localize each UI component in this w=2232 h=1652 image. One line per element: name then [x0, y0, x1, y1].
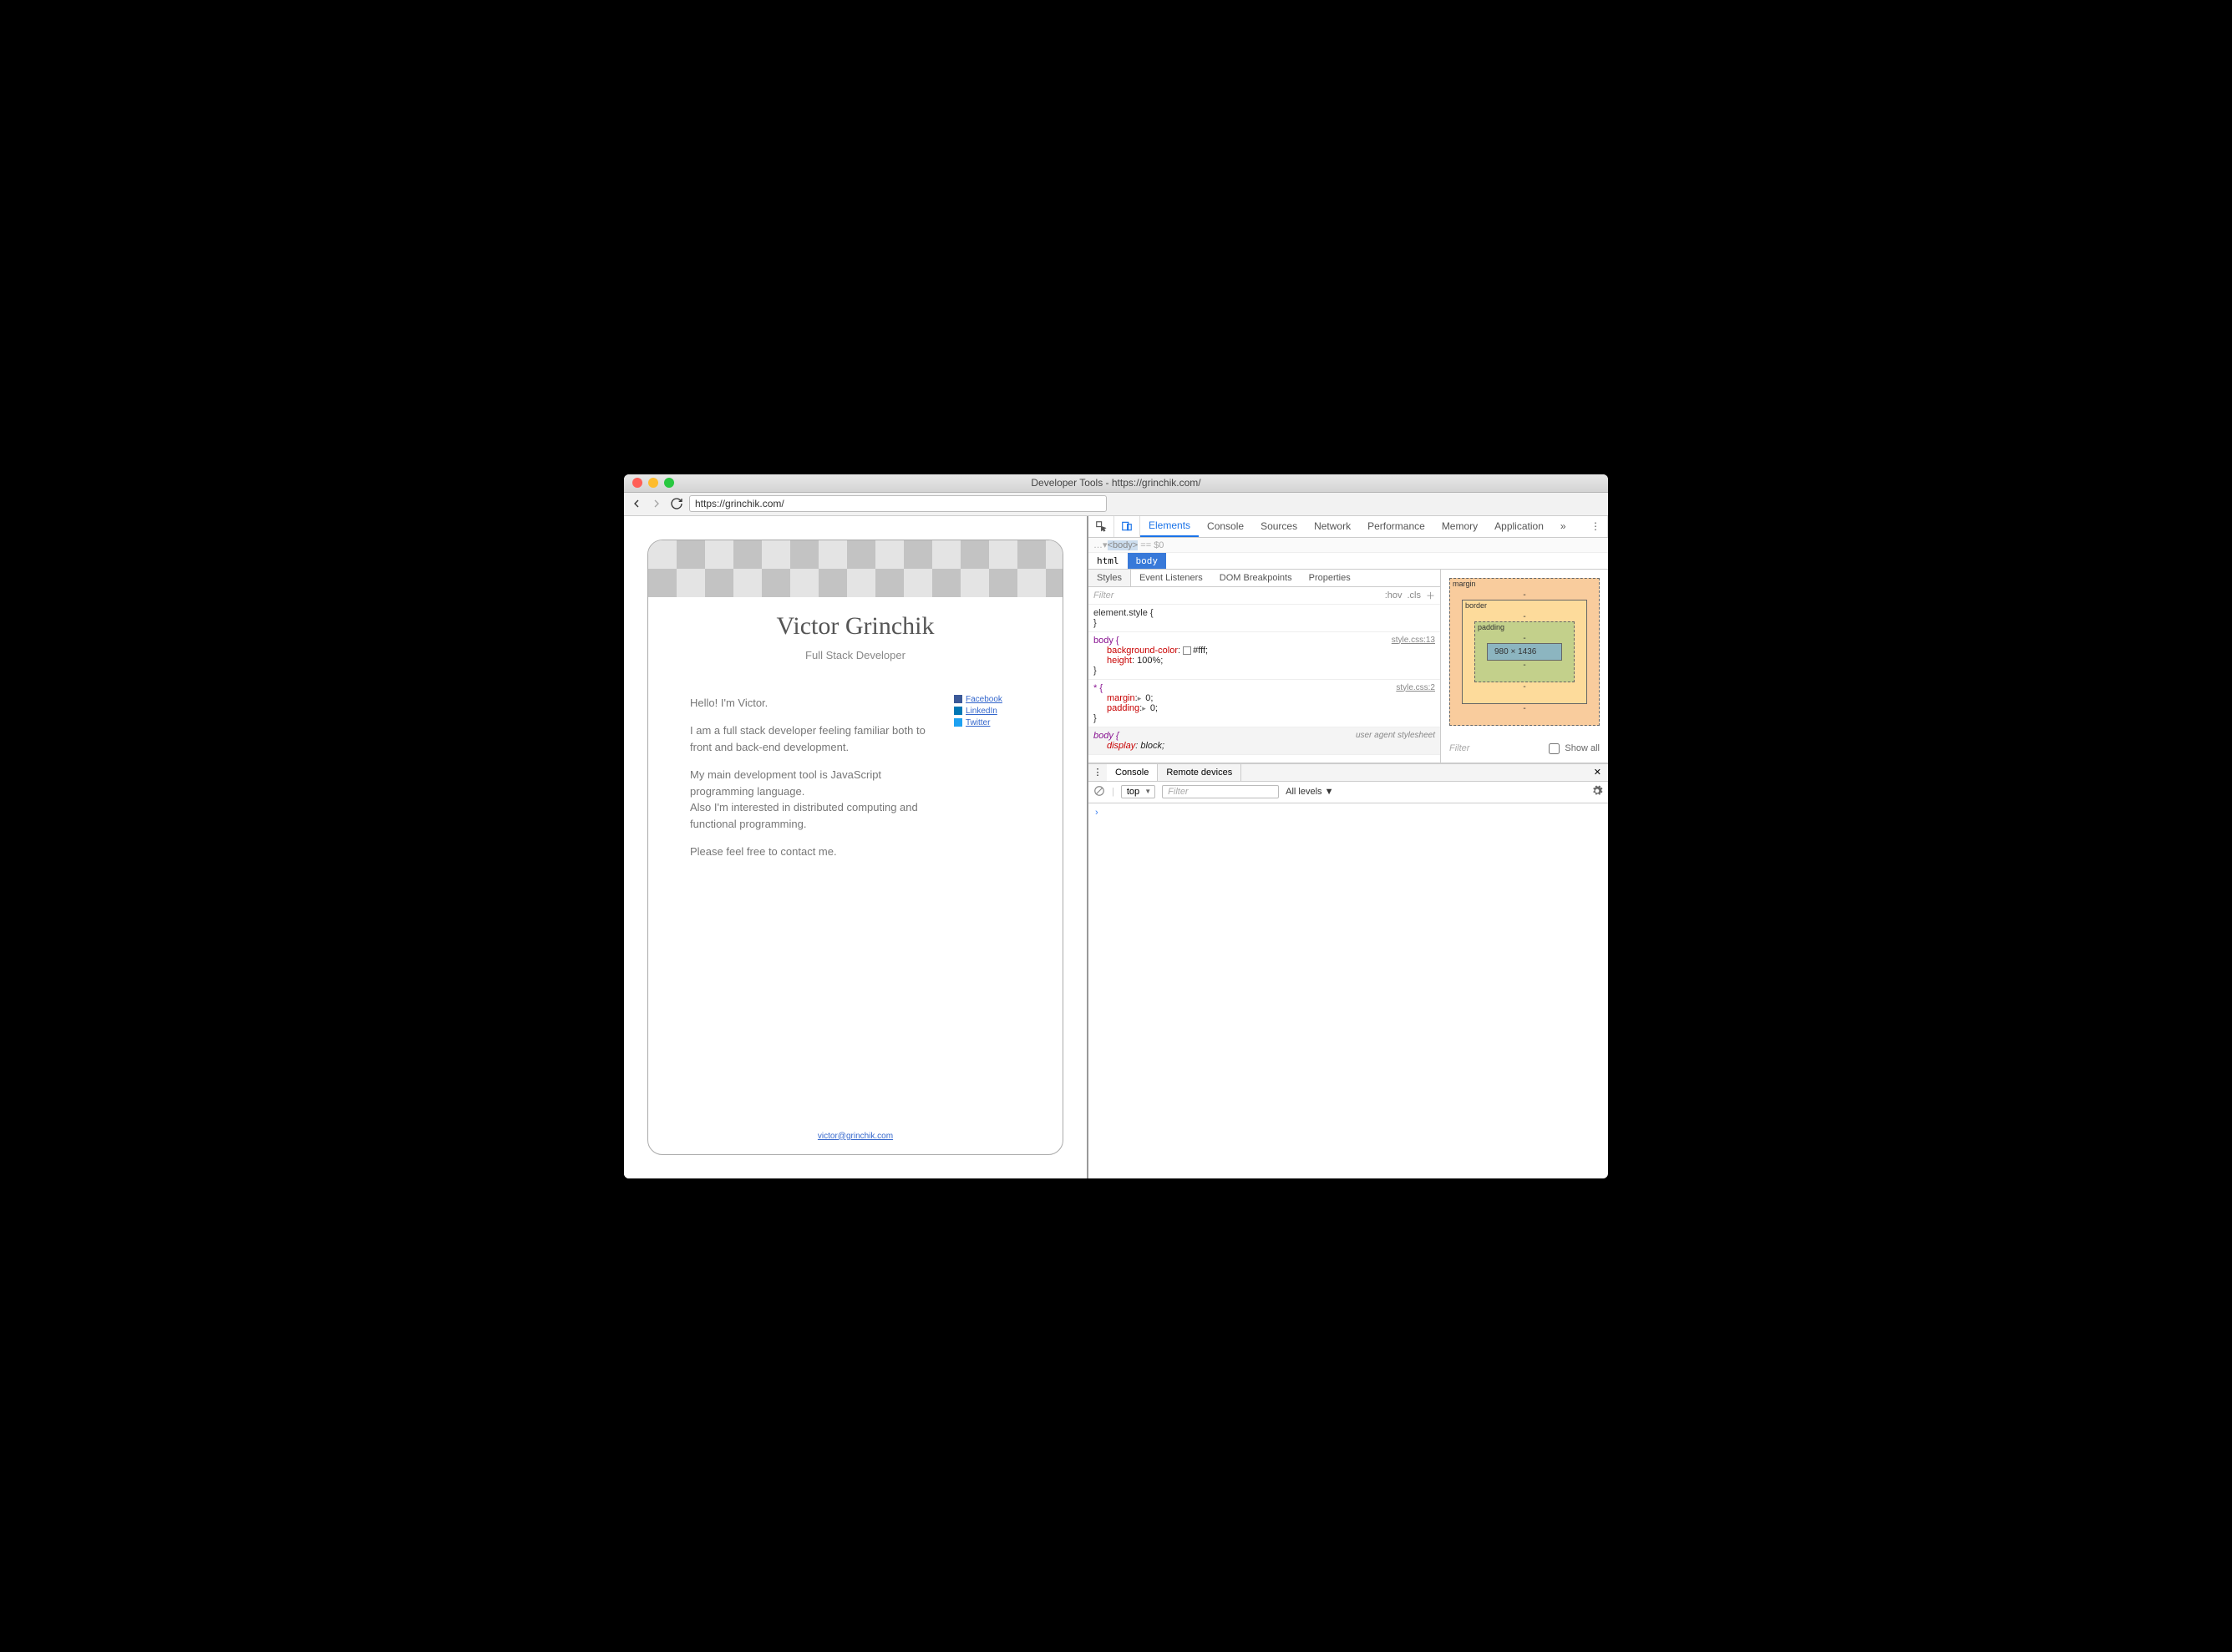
console-toolbar: | top Filter All levels ▼ [1088, 782, 1608, 803]
page-viewport: Victor Grinchik Full Stack Developer Hel… [624, 516, 1088, 1178]
show-all-checkbox[interactable] [1549, 743, 1560, 754]
console-filter-input[interactable]: Filter [1162, 785, 1279, 798]
forward-button[interactable] [649, 496, 664, 511]
tab-elements[interactable]: Elements [1140, 516, 1199, 537]
social-links: Facebook LinkedIn Twitter [954, 695, 1021, 1123]
source-link[interactable]: style.css:2 [1396, 683, 1435, 692]
reload-button[interactable] [669, 496, 684, 511]
page-body: Hello! I'm Victor. I am a full stack dev… [690, 695, 937, 1123]
console-settings-icon[interactable] [1591, 785, 1603, 799]
facebook-icon [954, 695, 962, 703]
color-swatch-icon[interactable] [1183, 646, 1191, 655]
paragraph: Hello! I'm Victor. [690, 695, 937, 712]
computed-sidebar: margin- border- padding- 980 × 1436 - - … [1441, 570, 1608, 763]
twitter-icon [954, 718, 962, 727]
breadcrumb-item[interactable]: body [1128, 553, 1167, 569]
box-model[interactable]: margin- border- padding- 980 × 1436 - - … [1449, 578, 1600, 726]
css-rule[interactable]: style.css:13 body { background-color: #f… [1088, 632, 1440, 680]
breadcrumb-item[interactable]: html [1088, 553, 1128, 569]
clear-console-icon[interactable] [1093, 785, 1105, 799]
device-toggle-icon[interactable] [1114, 516, 1140, 537]
rendered-page: Victor Grinchik Full Stack Developer Hel… [647, 540, 1063, 1155]
page-header-checker [648, 540, 1063, 597]
drawer-menu-icon[interactable]: ⋮ [1088, 764, 1107, 781]
css-rule[interactable]: style.css:2 * { margin: 0; padding: 0; } [1088, 680, 1440, 727]
devtools-panel: Elements Console Sources Network Perform… [1088, 516, 1608, 1178]
email-link[interactable]: victor@grinchik.com [818, 1132, 893, 1141]
new-rule-icon[interactable]: ＋ [1426, 589, 1435, 602]
tab-network[interactable]: Network [1306, 516, 1359, 537]
computed-filter-input[interactable]: Filter [1449, 743, 1469, 753]
log-levels-selector[interactable]: All levels ▼ [1286, 787, 1333, 797]
page-subtitle: Full Stack Developer [648, 649, 1063, 661]
browser-toolbar: https://grinchik.com/ [624, 493, 1608, 516]
inspect-icon[interactable] [1088, 516, 1114, 537]
page-title: Victor Grinchik [648, 612, 1063, 641]
tab-sources[interactable]: Sources [1252, 516, 1306, 537]
linkedin-icon [954, 707, 962, 715]
source-link[interactable]: style.css:13 [1392, 636, 1435, 645]
drawer-tab-remote[interactable]: Remote devices [1158, 764, 1241, 781]
back-button[interactable] [629, 496, 644, 511]
console-body[interactable] [1088, 803, 1608, 1178]
css-rule[interactable]: element.style { } [1088, 605, 1440, 632]
box-model-content: 980 × 1436 [1487, 643, 1562, 661]
devtools-window: Developer Tools - https://grinchik.com/ … [624, 474, 1608, 1178]
hov-toggle[interactable]: :hov [1385, 590, 1403, 600]
window-title: Developer Tools - https://grinchik.com/ [624, 477, 1608, 489]
linkedin-link[interactable]: LinkedIn [966, 707, 997, 716]
drawer-tabs: ⋮ Console Remote devices ✕ [1088, 763, 1608, 782]
devtools-main-tabs: Elements Console Sources Network Perform… [1088, 516, 1608, 538]
tab-dom-breakpoints[interactable]: DOM Breakpoints [1211, 570, 1301, 586]
tab-properties[interactable]: Properties [1301, 570, 1359, 586]
styles-tabs: Styles Event Listeners DOM Breakpoints P… [1088, 570, 1440, 587]
breadcrumb: html body [1088, 553, 1608, 570]
devtools-menu-icon[interactable]: ⋮ [1584, 516, 1608, 537]
facebook-link[interactable]: Facebook [966, 695, 1002, 704]
titlebar: Developer Tools - https://grinchik.com/ [624, 474, 1608, 493]
tab-memory[interactable]: Memory [1433, 516, 1486, 537]
tab-event-listeners[interactable]: Event Listeners [1131, 570, 1211, 586]
main-split: Victor Grinchik Full Stack Developer Hel… [624, 516, 1608, 1178]
cls-toggle[interactable]: .cls [1408, 590, 1422, 600]
tabs-overflow-icon[interactable]: » [1552, 516, 1575, 537]
drawer-tab-console[interactable]: Console [1107, 764, 1158, 781]
rule-origin: user agent stylesheet [1356, 731, 1435, 740]
drawer-close-icon[interactable]: ✕ [1587, 764, 1608, 781]
show-all-label: Show all [1565, 743, 1600, 753]
tab-performance[interactable]: Performance [1359, 516, 1433, 537]
tab-styles[interactable]: Styles [1088, 570, 1131, 586]
styles-pane: Styles Event Listeners DOM Breakpoints P… [1088, 570, 1608, 763]
css-rule[interactable]: user agent stylesheet body { display: bl… [1088, 727, 1440, 755]
twitter-link[interactable]: Twitter [966, 718, 990, 727]
dom-selected-node[interactable]: …▾<body> == $0 [1088, 538, 1608, 553]
paragraph: My main development tool is JavaScript p… [690, 767, 937, 832]
paragraph: I am a full stack developer feeling fami… [690, 722, 937, 755]
address-field[interactable]: https://grinchik.com/ [689, 495, 1107, 512]
styles-filter-input[interactable]: Filter [1093, 590, 1380, 600]
context-selector[interactable]: top [1121, 785, 1155, 798]
tab-application[interactable]: Application [1486, 516, 1552, 537]
tab-console[interactable]: Console [1199, 516, 1252, 537]
paragraph: Please feel free to contact me. [690, 844, 937, 860]
